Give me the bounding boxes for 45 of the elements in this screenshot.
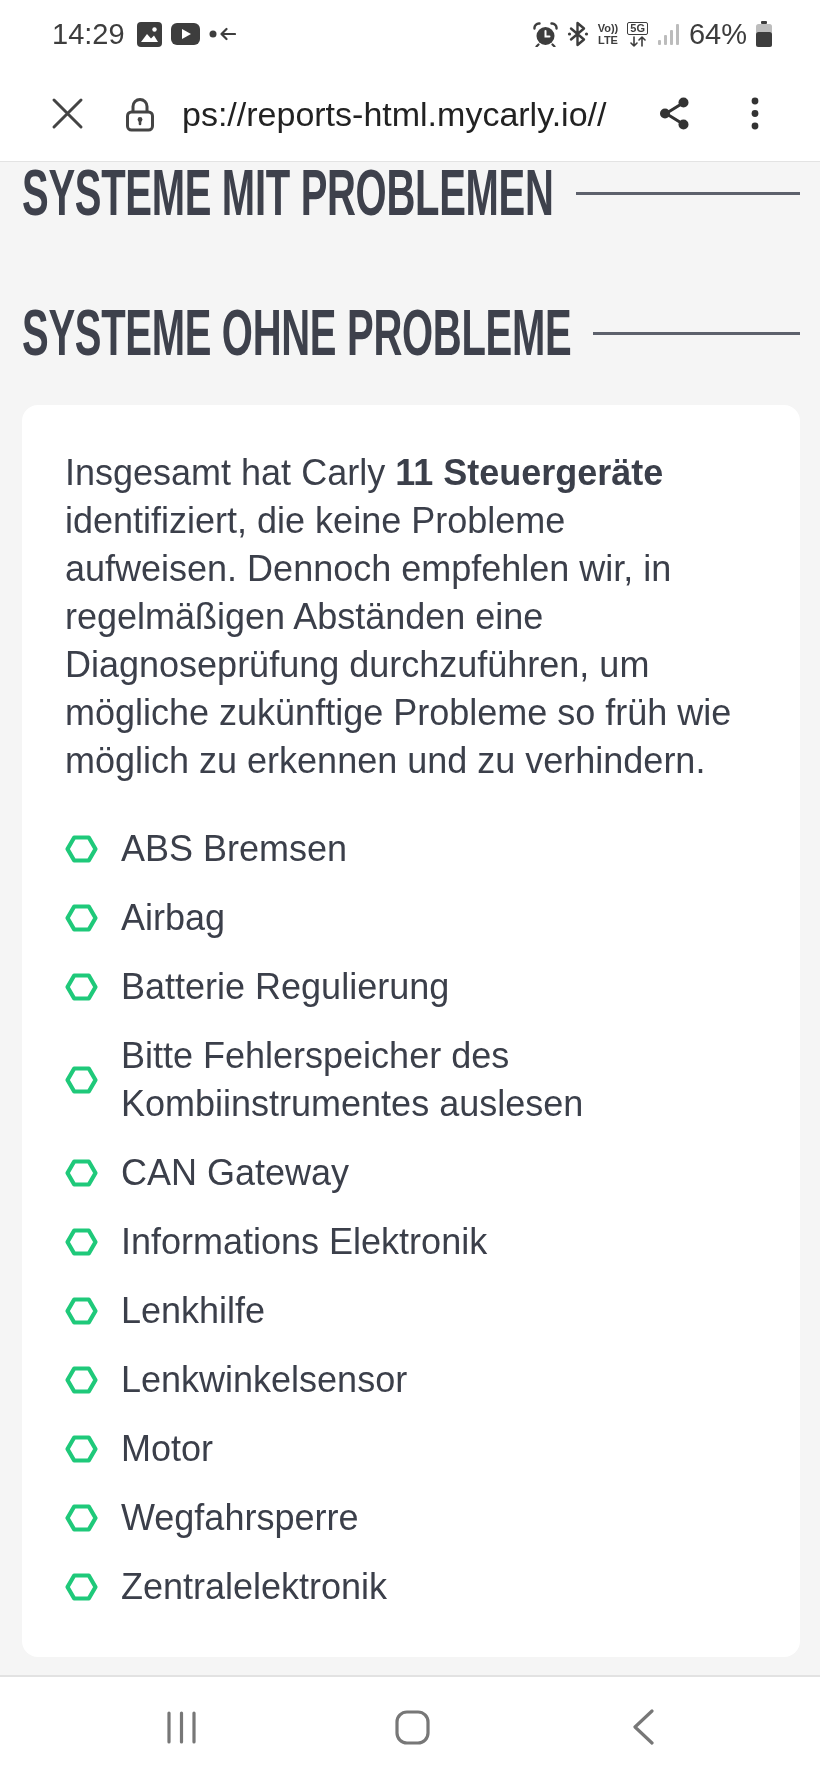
system-name: CAN Gateway: [121, 1151, 350, 1195]
hexagon-icon: [65, 904, 98, 932]
data-arrows-icon: [628, 35, 647, 47]
battery-percentage: 64%: [688, 19, 747, 49]
volte-label: Vo)): [597, 22, 619, 34]
hexagon-icon: [65, 1504, 98, 1532]
hexagon-icon: [65, 1435, 98, 1463]
hexagon-icon: [65, 1228, 98, 1256]
system-name: ABS Bremsen: [121, 827, 348, 871]
network-type-label: 5G: [627, 21, 648, 35]
hexagon-icon: [65, 835, 98, 863]
more-options-icon[interactable]: [751, 97, 759, 130]
alarm-icon: [532, 21, 558, 47]
close-icon[interactable]: [51, 97, 84, 130]
summary-text: Insgesamt hat Carly 11 Steuergeräte identifiziert, die keine Probleme aufweisen. Dennoch empfehlen wir, in regelmäßigen Abständen eine Diagnoseprüfung durchzuführen, um mögliche zukünftige Probleme so früh wie möglich zu erkennen und zu verhindern.: [65, 451, 733, 783]
system-name: Zentralelektronik: [121, 1565, 388, 1609]
system-name: Motor: [121, 1427, 214, 1471]
hexagon-icon: [65, 1573, 98, 1601]
signal-icon: [656, 23, 680, 45]
share-icon[interactable]: [659, 97, 690, 130]
system-name: Informations Elektronik: [121, 1220, 488, 1264]
status-time: 14:29: [52, 19, 125, 49]
hexagon-icon: [65, 1297, 98, 1325]
hexagon-icon: [65, 1066, 98, 1094]
hexagon-icon: [65, 973, 98, 1001]
lte-label: LTE: [598, 34, 618, 46]
dot-arrow-icon: [208, 27, 236, 41]
hexagon-icon: [65, 1366, 98, 1394]
home-icon[interactable]: [395, 1709, 430, 1745]
bluetooth-icon: [566, 21, 589, 47]
battery-icon: [756, 21, 772, 47]
recents-icon[interactable]: [166, 1710, 197, 1744]
system-name: Lenkwinkelsensor: [121, 1358, 408, 1402]
section-heading: SYSTEME MIT PROBLEMEN: [22, 164, 554, 222]
image-icon: [136, 21, 162, 47]
system-name: Airbag: [121, 896, 226, 940]
system-name: Batterie Regulierung: [121, 965, 450, 1009]
back-icon[interactable]: [632, 1709, 655, 1745]
section-heading: SYSTEME OHNE PROBLEME: [22, 304, 572, 362]
system-name: Lenkhilfe: [121, 1289, 266, 1333]
system-name: Wegfahrsperre: [121, 1496, 359, 1540]
lock-icon[interactable]: [125, 95, 155, 132]
play-icon: [170, 23, 200, 45]
hexagon-icon: [65, 1159, 98, 1187]
system-name: Bitte Fehlerspeicher des Kombiinstrumentes auslesen: [121, 1034, 585, 1126]
